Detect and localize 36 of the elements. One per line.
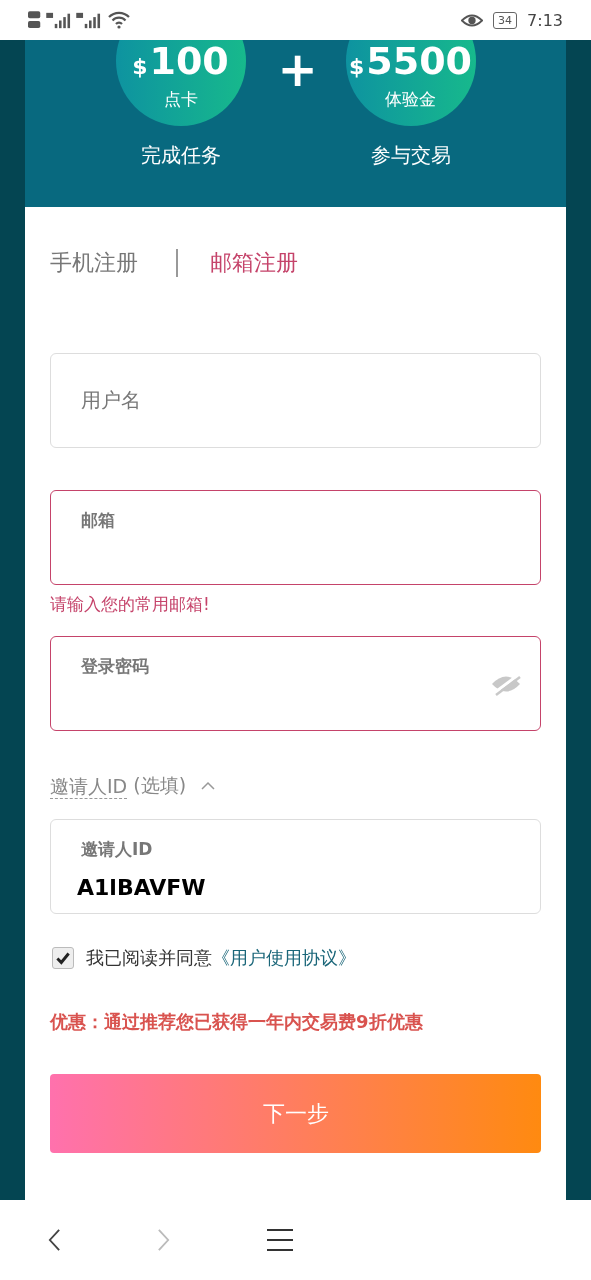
back-icon[interactable]: [48, 1227, 62, 1253]
field-value: A1lBAVFW: [77, 875, 207, 900]
signal-icon: [46, 11, 72, 29]
field-label: 邀请人ID: [81, 838, 154, 861]
error-message: 请输入您的常用邮箱!: [50, 593, 211, 616]
caret-up-icon[interactable]: [200, 781, 217, 791]
reward-amount: $5500: [348, 40, 473, 85]
reward-unit: 体验金: [385, 88, 436, 110]
reward-caption: 完成任务: [139, 142, 222, 169]
input-field[interactable]: 登录密码: [50, 636, 541, 731]
field-label: 用户名: [81, 387, 142, 414]
agreement-link[interactable]: 《用户使用协议》: [212, 946, 356, 970]
input-field[interactable]: 用户名: [50, 353, 541, 448]
promo-text: 优惠：通过推荐您已获得一年内交易费9折优惠: [50, 1010, 424, 1034]
reward-caption: 参与交易: [369, 142, 452, 169]
clock-time: 7:13: [527, 10, 563, 30]
next-button[interactable]: 下一步: [50, 1074, 541, 1153]
optional-hint: (选填): [133, 773, 187, 798]
input-field[interactable]: 邮箱: [50, 490, 541, 585]
signal-icon: [76, 11, 102, 29]
agreement-text: 我已阅读并同意: [86, 946, 212, 970]
wifi-icon: [108, 11, 130, 29]
field-label: 登录密码: [81, 655, 150, 678]
input-field[interactable]: 邀请人ID A1lBAVFW: [50, 819, 541, 914]
checkbox[interactable]: [52, 947, 74, 969]
menu-icon[interactable]: [266, 1228, 295, 1252]
eye-icon: [461, 12, 484, 28]
plus-sign: +: [277, 44, 314, 94]
field-label: 邮箱: [81, 509, 116, 532]
battery-icon: 34: [493, 11, 518, 29]
hd-icon: [28, 10, 42, 30]
reward-unit: 点卡: [163, 88, 198, 110]
reward-amount: $100: [132, 40, 229, 85]
register-tab[interactable]: 手机注册: [50, 248, 138, 278]
register-tab[interactable]: 邮箱注册: [209, 248, 298, 278]
invite-toggle-link[interactable]: 邀请人ID: [50, 773, 128, 799]
